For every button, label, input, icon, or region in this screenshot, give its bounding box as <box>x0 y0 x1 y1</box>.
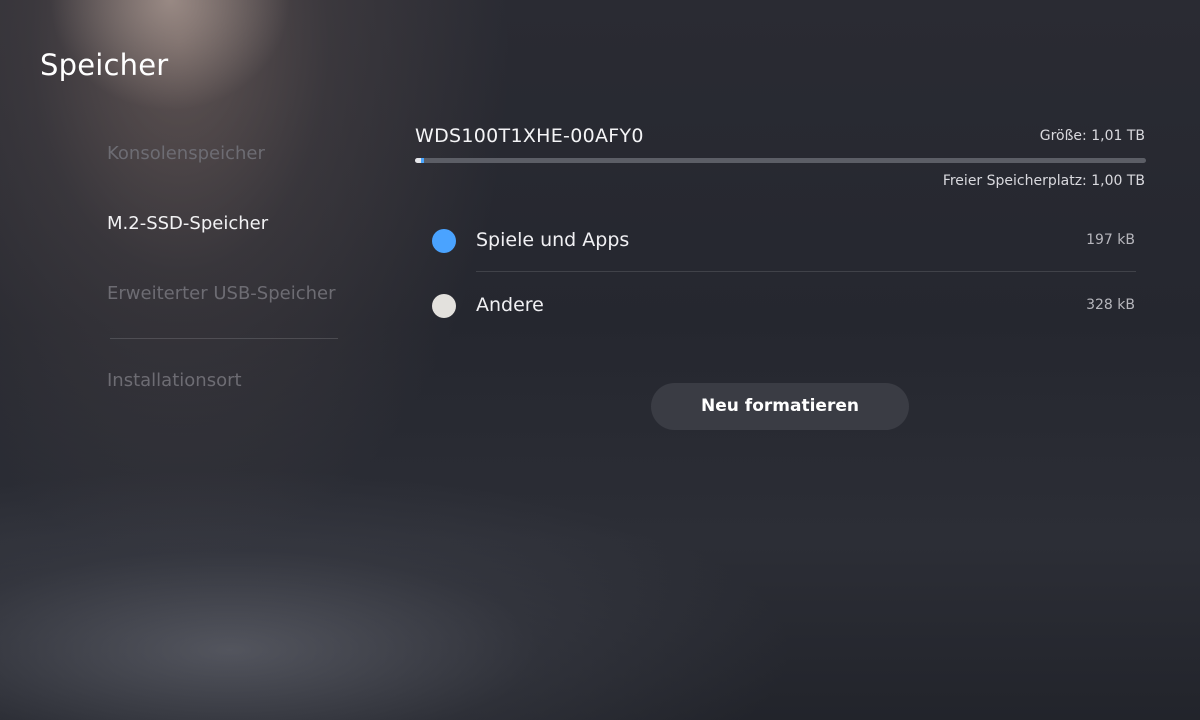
category-size: 328 kB <box>1086 297 1135 313</box>
sidebar-item-usb-extended-storage[interactable]: Erweiterter USB-Speicher <box>107 283 336 304</box>
storage-category-games-apps[interactable]: Spiele und Apps 197 kB <box>430 221 1135 261</box>
storage-category-other[interactable]: Andere 328 kB <box>430 286 1135 326</box>
sidebar-item-console-storage[interactable]: Konsolenspeicher <box>107 143 265 164</box>
storage-usage-bar <box>415 158 1146 163</box>
drive-name: WDS100T1XHE-00AFY0 <box>415 125 644 147</box>
games-apps-color-dot <box>432 229 456 253</box>
background <box>0 0 1200 720</box>
category-size: 197 kB <box>1086 232 1135 248</box>
sidebar-divider <box>110 338 338 339</box>
free-space-label: Freier Speicherplatz: 1,00 TB <box>942 173 1145 189</box>
reformat-button[interactable]: Neu formatieren <box>651 383 909 430</box>
other-color-dot <box>432 294 456 318</box>
category-divider <box>476 271 1136 272</box>
category-label: Andere <box>476 294 544 316</box>
sidebar-item-m2-ssd-storage[interactable]: M.2-SSD-Speicher <box>107 213 268 234</box>
storage-usage-fill <box>415 158 424 163</box>
category-label: Spiele und Apps <box>476 229 630 251</box>
sidebar-item-installation-location[interactable]: Installationsort <box>107 370 242 391</box>
page-title: Speicher <box>40 48 169 82</box>
drive-size: Größe: 1,01 TB <box>1039 128 1145 144</box>
